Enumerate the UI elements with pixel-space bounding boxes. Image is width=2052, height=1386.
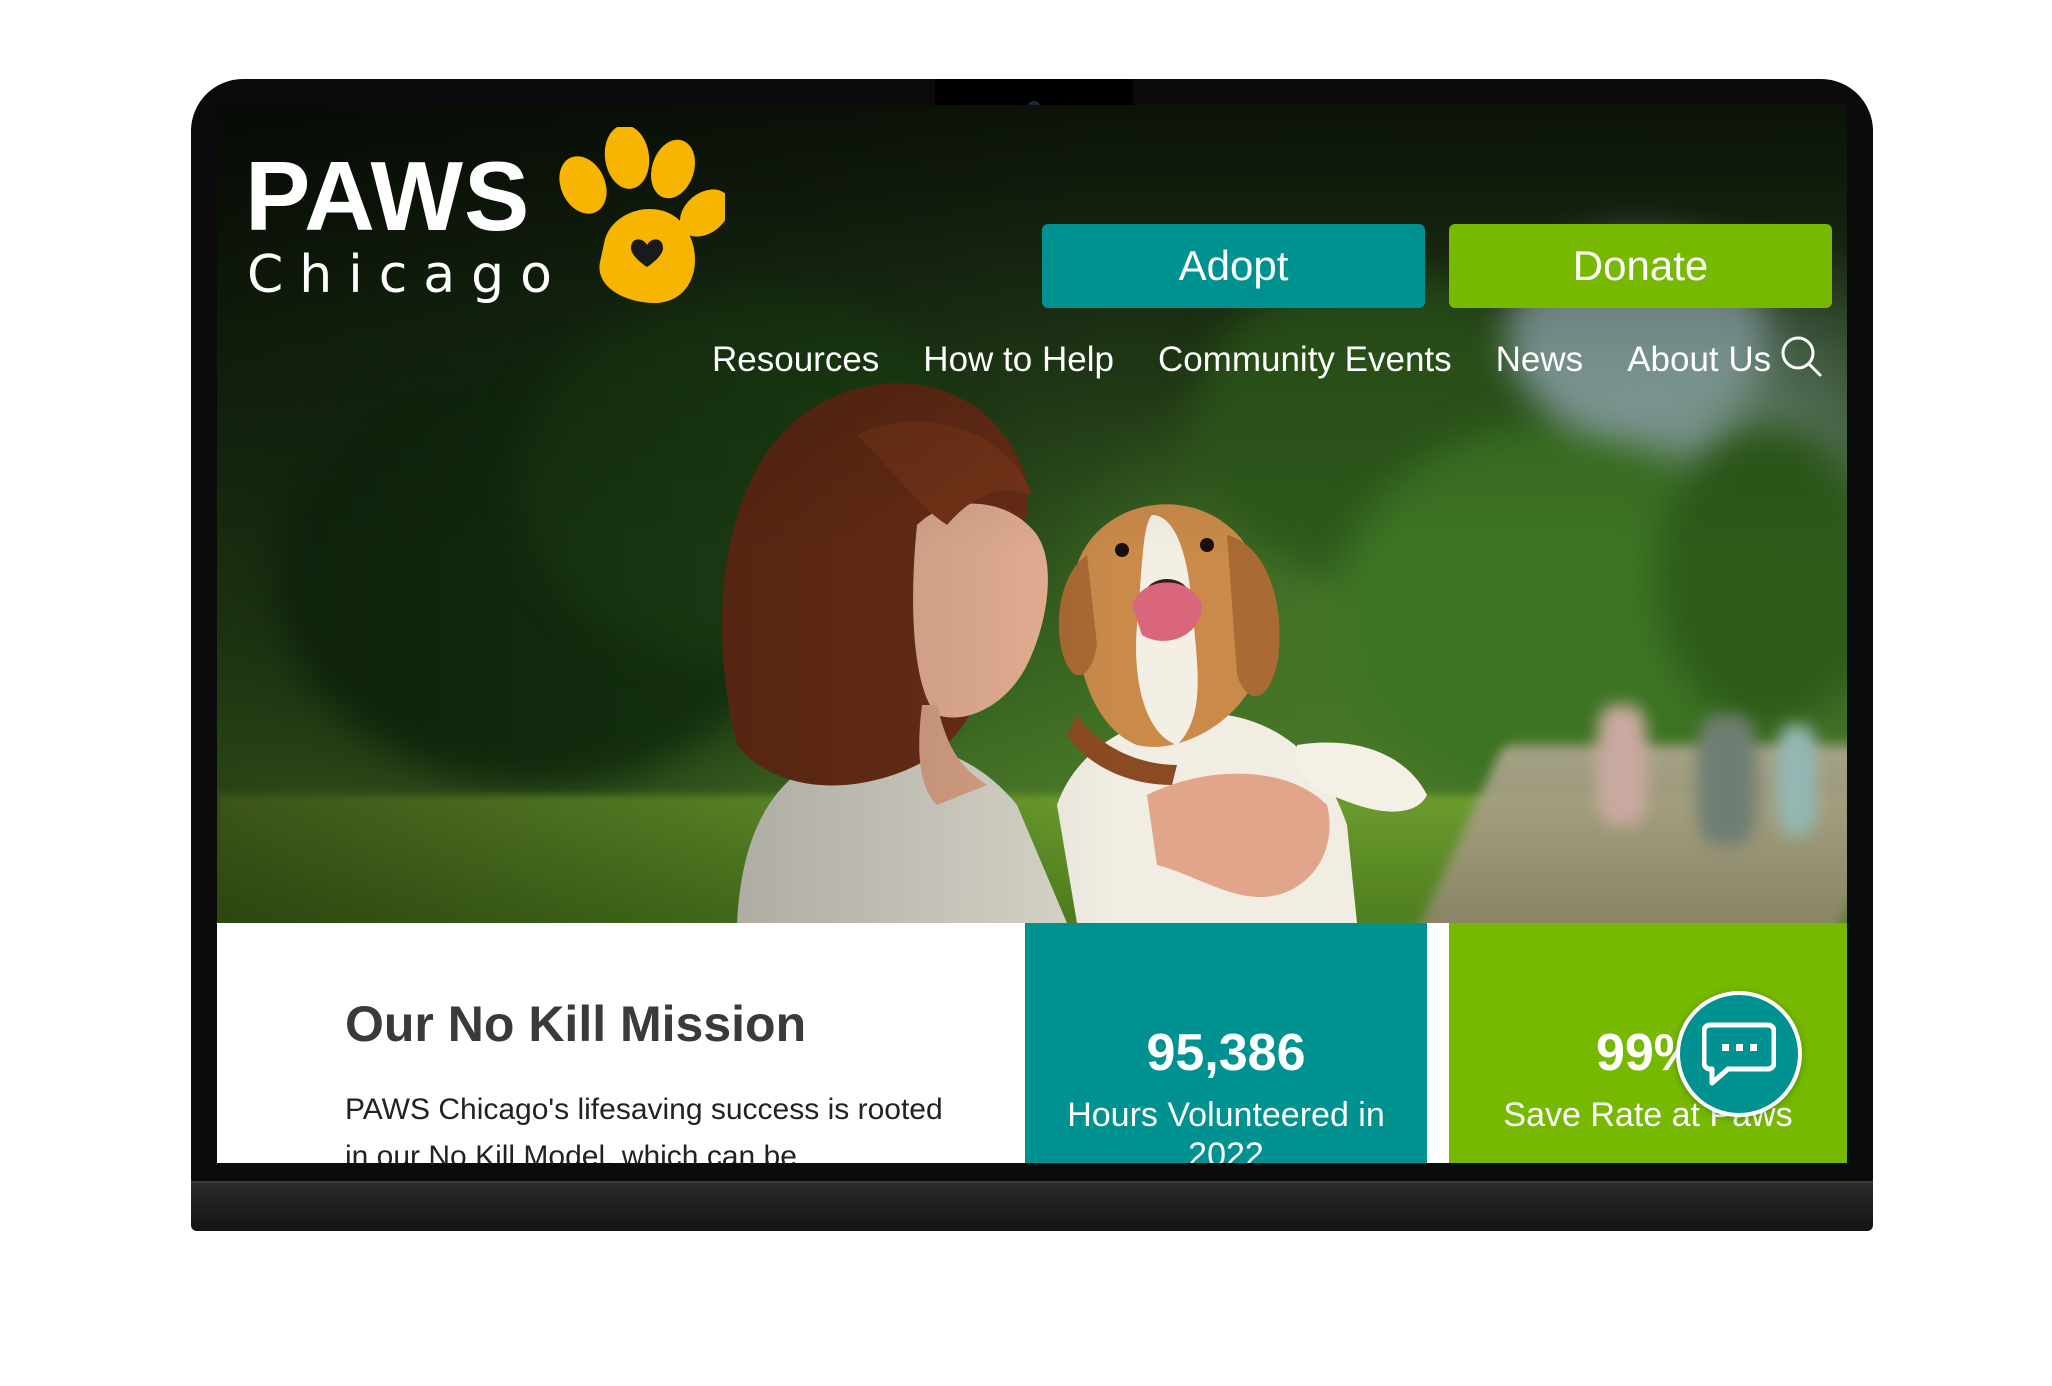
chat-button[interactable] [1676,991,1802,1117]
laptop-frame: PAWS Chicago Adopt Donate Resources How … [191,79,1873,1231]
logo-wordmark: PAWS [245,141,531,251]
logo[interactable]: PAWS Chicago [245,127,725,317]
mission-title: Our No Kill Mission [345,996,807,1052]
stat-label: Hours Volunteered in 2022 [1067,1096,1385,1163]
browser-screen: PAWS Chicago Adopt Donate Resources How … [217,105,1847,1163]
nav-item-community-events[interactable]: Community Events [1158,340,1452,380]
nav-item-resources[interactable]: Resources [712,340,879,380]
main-nav: Resources How to Help Community Events N… [712,330,1815,390]
mission-section: Our No Kill Mission PAWS Chicago's lifes… [217,923,1025,1163]
search-icon[interactable] [1779,334,1823,378]
nav-item-how-to-help[interactable]: How to Help [923,340,1114,380]
stat-card-volunteer-hours: 95,386 Hours Volunteered in 2022 [1025,923,1427,1163]
stat-number: 95,386 [1146,1024,1306,1082]
donate-button[interactable]: Donate [1449,224,1832,308]
laptop-base [191,1181,1873,1231]
stat-divider [1427,923,1449,1163]
nav-item-about-us[interactable]: About Us [1627,340,1771,380]
adopt-button[interactable]: Adopt [1042,224,1425,308]
logo-subtitle: Chicago [247,245,568,305]
mission-text: PAWS Chicago's lifesaving success is roo… [345,1093,943,1163]
chat-bubble-icon [1702,1022,1776,1086]
nav-item-news[interactable]: News [1496,340,1584,380]
paw-heart-icon [559,127,725,303]
